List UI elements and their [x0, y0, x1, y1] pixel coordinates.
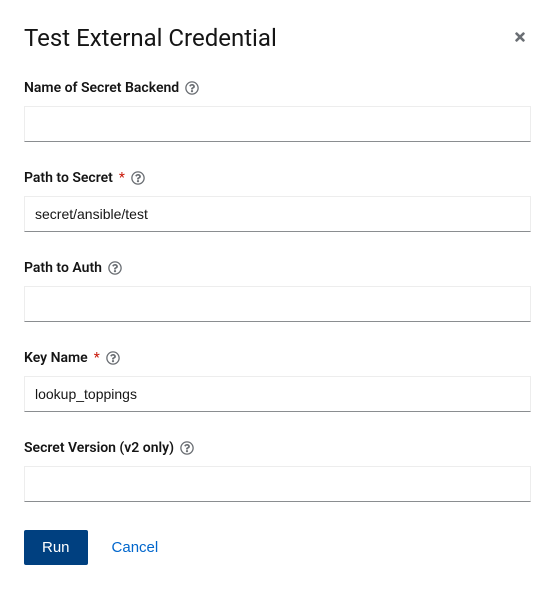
help-icon[interactable]: [185, 81, 199, 95]
field-path-to-auth: Path to Auth: [24, 260, 531, 322]
label-key-name: Key Name *: [24, 350, 531, 366]
help-icon[interactable]: [106, 351, 120, 365]
required-mark: *: [119, 170, 125, 186]
label-text: Path to Auth: [24, 260, 102, 276]
field-secret-version: Secret Version (v2 only): [24, 440, 531, 502]
key-name-input[interactable]: [24, 376, 531, 412]
secret-backend-input[interactable]: [24, 106, 531, 142]
required-mark: *: [94, 350, 100, 366]
label-secret-version: Secret Version (v2 only): [24, 440, 531, 456]
field-path-to-secret: Path to Secret *: [24, 170, 531, 232]
modal-title: Test External Credential: [24, 24, 277, 52]
cancel-button[interactable]: Cancel: [112, 539, 159, 556]
field-key-name: Key Name *: [24, 350, 531, 412]
label-secret-backend: Name of Secret Backend: [24, 80, 531, 96]
label-text: Name of Secret Backend: [24, 80, 179, 96]
run-button[interactable]: Run: [24, 530, 88, 565]
label-path-to-auth: Path to Auth: [24, 260, 531, 276]
button-row: Run Cancel: [24, 530, 531, 565]
help-icon[interactable]: [180, 441, 194, 455]
help-icon[interactable]: [108, 261, 122, 275]
label-text: Path to Secret: [24, 170, 113, 186]
label-text: Secret Version (v2 only): [24, 440, 174, 456]
secret-version-input[interactable]: [24, 466, 531, 502]
path-to-auth-input[interactable]: [24, 286, 531, 322]
close-button[interactable]: [509, 24, 531, 52]
close-icon: [513, 27, 527, 49]
path-to-secret-input[interactable]: [24, 196, 531, 232]
field-secret-backend: Name of Secret Backend: [24, 80, 531, 142]
modal-header: Test External Credential: [24, 24, 531, 52]
label-text: Key Name: [24, 350, 88, 366]
help-icon[interactable]: [131, 171, 145, 185]
label-path-to-secret: Path to Secret *: [24, 170, 531, 186]
